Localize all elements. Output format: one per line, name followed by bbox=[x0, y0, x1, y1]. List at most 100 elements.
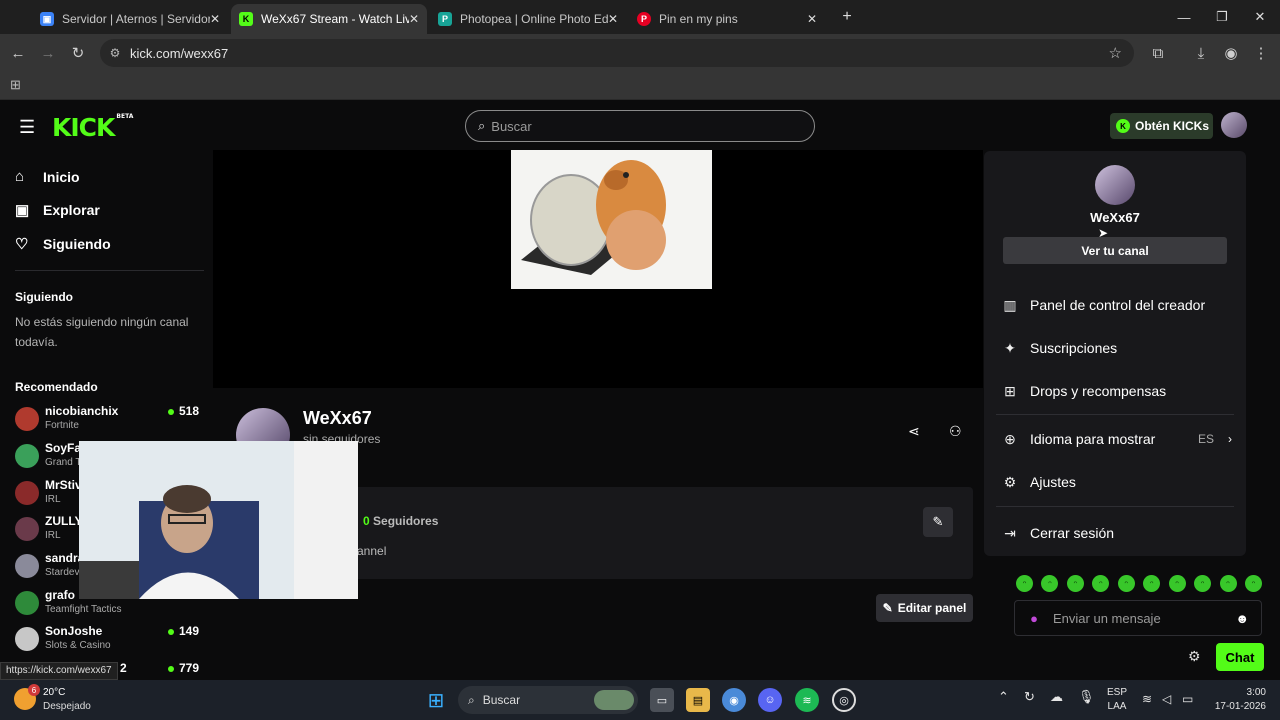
avatar bbox=[15, 554, 39, 578]
chrome-icon[interactable]: ◉ bbox=[722, 688, 746, 712]
weather-temp: 20°C bbox=[43, 687, 66, 698]
user-avatar[interactable] bbox=[1221, 112, 1247, 138]
search-input[interactable]: ⌕ Buscar bbox=[465, 110, 815, 142]
list-item[interactable]: nicobianchix Fortnite 518 bbox=[15, 401, 205, 437]
forward-icon[interactable]: → bbox=[37, 42, 59, 64]
menu-dots-icon[interactable]: ⋮ bbox=[1250, 42, 1272, 64]
menu-item-drops[interactable]: ⊞ Drops y recompensas bbox=[1002, 376, 1232, 406]
profile-icon[interactable]: ◉ bbox=[1220, 42, 1242, 64]
language-indicator[interactable]: ESP LAA bbox=[1104, 686, 1130, 714]
followers-count-row: 0 Seguidores bbox=[363, 514, 439, 528]
file-explorer-icon[interactable]: ▤ bbox=[686, 688, 710, 712]
site-info-icon[interactable]: ⚙ bbox=[100, 46, 130, 60]
menu-item-creator-dashboard[interactable]: ▥ Panel de control del creador bbox=[1002, 290, 1232, 320]
menu-item-settings[interactable]: ⚙ Ajustes bbox=[1002, 467, 1232, 497]
emote-icon[interactable]: ᵔ bbox=[1117, 575, 1135, 592]
emote-icon[interactable]: ᵔ bbox=[1168, 575, 1186, 592]
address-bar[interactable]: ⚙ kick.com/wexx67 ☆ bbox=[100, 39, 1134, 67]
sidebar-item-siguiendo[interactable]: ♡ Siguiendo bbox=[15, 235, 111, 253]
edit-pencil-icon[interactable]: ✎ bbox=[923, 507, 953, 537]
task-view-icon[interactable]: ▭ bbox=[650, 688, 674, 712]
tray-sync-icon[interactable]: ↻ bbox=[1024, 690, 1035, 704]
tray-chevron-icon[interactable]: ⌃ bbox=[998, 690, 1009, 704]
weather-desc: Despejado bbox=[43, 701, 91, 712]
close-tab-icon[interactable]: ✕ bbox=[807, 12, 817, 26]
spotify-icon[interactable]: ≋ bbox=[795, 688, 819, 712]
emote-icon[interactable]: ᵔ bbox=[1016, 575, 1033, 592]
emote-icon[interactable]: ᵔ bbox=[1143, 575, 1161, 592]
emote-icon[interactable]: ᵔ bbox=[1041, 575, 1059, 592]
apps-grid-icon[interactable]: ⊞ bbox=[10, 77, 21, 93]
about-text: annel bbox=[357, 544, 387, 558]
menu-avatar bbox=[1095, 165, 1135, 205]
taskbar-search[interactable]: ⌕ Buscar bbox=[458, 686, 638, 714]
back-icon[interactable]: ← bbox=[7, 42, 29, 64]
following-empty-text: No estás siguiendo ningún canal todavía. bbox=[15, 315, 189, 349]
edit-panel-button[interactable]: ✎ Editar panel bbox=[876, 594, 973, 622]
user-dropdown-menu: WeXx67 Ver tu canal ▥ Panel de control de… bbox=[984, 151, 1246, 556]
sparkle-icon: ✦ bbox=[1004, 339, 1016, 356]
volume-icon[interactable]: ◁ bbox=[1162, 692, 1171, 706]
avatar bbox=[15, 481, 39, 505]
webcam-overlay bbox=[79, 441, 358, 599]
kick-icon: K bbox=[239, 12, 253, 26]
close-tab-icon[interactable]: ✕ bbox=[409, 12, 419, 26]
emote-icon[interactable]: ᵔ bbox=[1244, 575, 1262, 592]
tray-cloud-icon[interactable]: ☁ bbox=[1050, 690, 1063, 704]
emote-icon[interactable]: ᵔ bbox=[1092, 575, 1110, 592]
photopea-icon: P bbox=[438, 12, 452, 26]
download-icon[interactable]: ⤓ bbox=[1190, 42, 1212, 64]
dashboard-icon: ▥ bbox=[1003, 296, 1017, 313]
bookmark-star-icon[interactable]: ☆ bbox=[1109, 44, 1122, 62]
clock[interactable]: 3:00 17-01-2026 bbox=[1206, 686, 1266, 714]
avatar bbox=[15, 627, 39, 651]
tray-mic-icon[interactable]: 🎙 bbox=[1078, 690, 1095, 704]
sidebar-item-inicio[interactable]: ⌂ Inicio bbox=[15, 168, 80, 185]
sidebar-item-explorar[interactable]: ▣ Explorar bbox=[15, 201, 100, 219]
hamburger-menu-icon[interactable]: ☰ bbox=[19, 117, 35, 138]
emote-icon[interactable]: ᵔ bbox=[1066, 575, 1084, 592]
menu-item-logout[interactable]: ⇥ Cerrar sesión bbox=[1002, 518, 1232, 548]
windows-start-icon[interactable]: ⊞ bbox=[424, 688, 448, 712]
maximize-icon[interactable]: ❐ bbox=[1203, 0, 1241, 34]
chevron-right-icon: › bbox=[1228, 432, 1232, 446]
reload-icon[interactable]: ↻ bbox=[67, 42, 89, 64]
share-icon[interactable]: ⋖ bbox=[908, 423, 920, 440]
view-channel-button[interactable]: Ver tu canal bbox=[1003, 237, 1227, 264]
menu-item-subscriptions[interactable]: ✦ Suscripciones bbox=[1002, 333, 1232, 363]
pencil-icon: ✎ bbox=[882, 601, 893, 615]
close-tab-icon[interactable]: ✕ bbox=[608, 12, 618, 26]
list-item[interactable]: SonJoshe Slots & Casino 149 bbox=[15, 621, 205, 657]
menu-divider bbox=[996, 506, 1234, 507]
chat-settings-icon[interactable]: ⚙ bbox=[1188, 648, 1201, 665]
extensions-icon[interactable]: ⧉ bbox=[1147, 42, 1169, 64]
following-title: Siguiendo bbox=[15, 290, 73, 304]
wifi-icon[interactable]: ≋ bbox=[1142, 692, 1152, 706]
chat-message-input[interactable]: ● Enviar un mensaje ☻ bbox=[1014, 600, 1262, 636]
microphone-icon[interactable]: ● bbox=[1015, 611, 1053, 626]
chat-send-button[interactable]: Chat bbox=[1216, 643, 1264, 671]
minimize-icon[interactable]: — bbox=[1165, 0, 1203, 34]
avatar bbox=[15, 407, 39, 431]
emoji-icon[interactable]: ☻ bbox=[1235, 611, 1249, 626]
tab-aternos[interactable]: ▣ Servidor | Aternos | Servidor de ✕ bbox=[32, 4, 228, 34]
tab-pinterest[interactable]: P Pin en my pins ✕ bbox=[629, 4, 825, 34]
menu-divider bbox=[996, 414, 1234, 415]
tab-photopea[interactable]: P Photopea | Online Photo Editor ✕ bbox=[430, 4, 626, 34]
menu-item-language[interactable]: ⊕ Idioma para mostrar ES › bbox=[1002, 424, 1232, 454]
emote-icon[interactable]: ᵔ bbox=[1219, 575, 1237, 592]
browser-tab-bar: ▣ Servidor | Aternos | Servidor de ✕ K W… bbox=[0, 0, 1280, 34]
discord-icon[interactable]: ☺ bbox=[758, 688, 782, 712]
steam-icon[interactable]: ◎ bbox=[832, 688, 856, 712]
emote-icon[interactable]: ᵔ bbox=[1194, 575, 1212, 592]
search-icon: ⌕ bbox=[468, 692, 475, 707]
close-tab-icon[interactable]: ✕ bbox=[210, 12, 220, 26]
tab-kick[interactable]: K WeXx67 Stream - Watch Live on ✕ bbox=[231, 4, 427, 34]
new-tab-icon[interactable]: + bbox=[828, 0, 866, 34]
recommended-title: Recomendado bbox=[15, 380, 98, 394]
get-kicks-button[interactable]: K Obtén KICKs bbox=[1110, 113, 1213, 139]
kick-logo[interactable]: KICK BETA bbox=[52, 113, 133, 142]
close-window-icon[interactable]: ✕ bbox=[1241, 0, 1279, 34]
battery-icon[interactable]: ▭ bbox=[1182, 692, 1193, 706]
add-user-icon[interactable]: ⚇ bbox=[949, 423, 962, 440]
